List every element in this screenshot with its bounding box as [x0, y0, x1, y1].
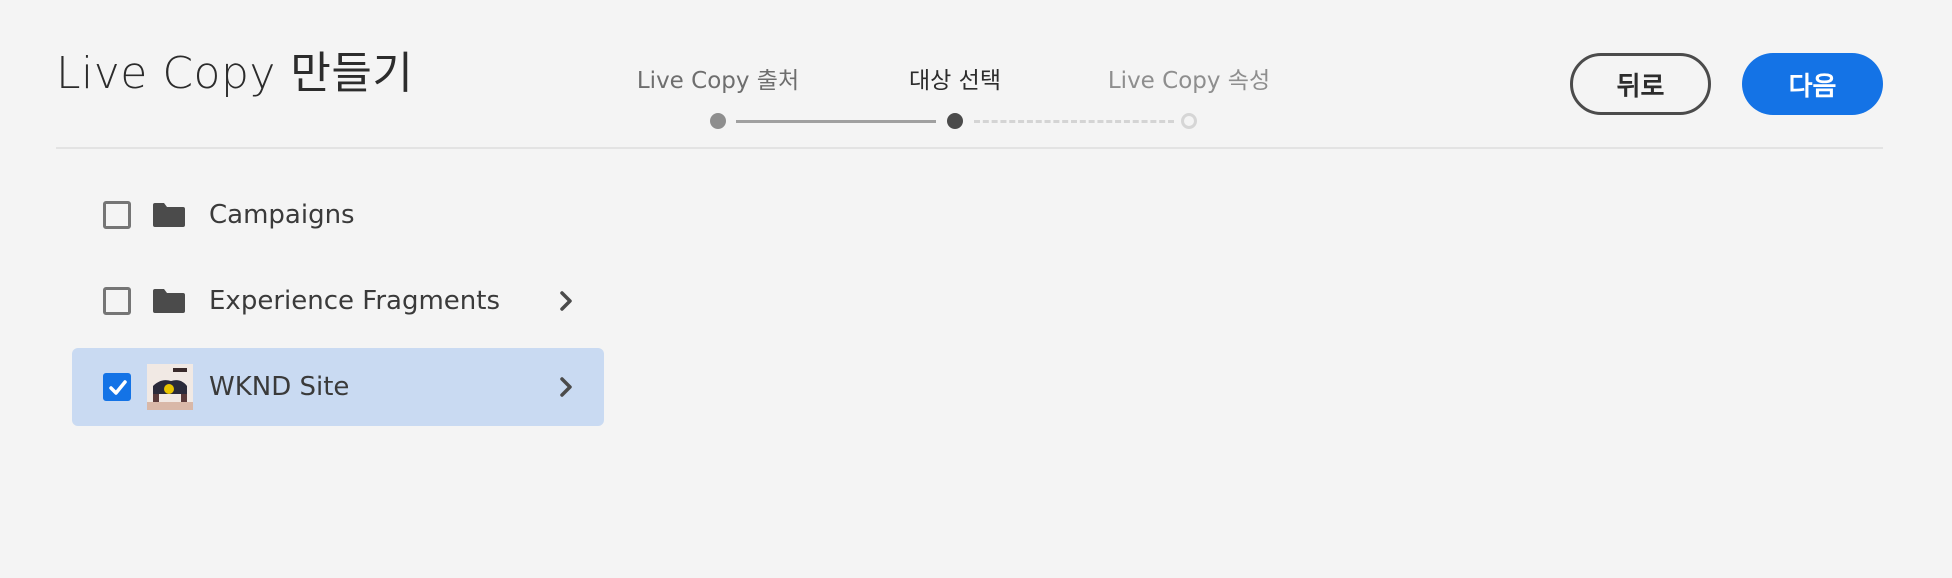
back-button[interactable]: 뒤로	[1570, 53, 1711, 115]
header-divider	[56, 147, 1883, 149]
chevron-right-icon[interactable]	[558, 375, 574, 399]
next-button[interactable]: 다음	[1742, 53, 1883, 115]
step-connector-pending	[974, 120, 1174, 123]
folder-icon	[153, 203, 185, 227]
chevron-right-icon[interactable]	[558, 289, 574, 313]
checkbox-wknd-site[interactable]	[103, 373, 131, 401]
step-dot-source	[710, 113, 726, 129]
list-item-campaigns[interactable]: Campaigns	[72, 176, 604, 254]
list-item-label: WKND Site	[209, 372, 350, 402]
list-item-wknd-site[interactable]: WKND Site	[72, 348, 604, 426]
list-item-experience-fragments[interactable]: Experience Fragments	[72, 262, 604, 340]
folder-icon	[153, 289, 185, 313]
step-dot-target	[947, 113, 963, 129]
wizard-steps: Live Copy 출처 대상 선택 Live Copy 속성	[560, 70, 1320, 140]
target-list: Campaigns Experience Fragments WKND Site	[72, 176, 604, 434]
step-label-target: 대상 선택	[909, 68, 1001, 94]
list-item-label: Experience Fragments	[209, 286, 500, 316]
site-thumbnail-image	[147, 364, 193, 410]
step-connector-completed	[736, 120, 936, 123]
checkmark-icon	[109, 380, 127, 395]
page-title: Live Copy 만들기	[56, 48, 414, 99]
create-live-copy-page: Live Copy 만들기 Live Copy 출처 대상 선택 Live Co…	[0, 0, 1952, 578]
checkbox-campaigns[interactable]	[103, 201, 131, 229]
list-item-label: Campaigns	[209, 200, 355, 230]
step-label-properties: Live Copy 속성	[1107, 68, 1271, 94]
checkbox-experience-fragments[interactable]	[103, 287, 131, 315]
step-dot-properties	[1181, 113, 1197, 129]
step-label-source: Live Copy 출처	[636, 68, 800, 94]
